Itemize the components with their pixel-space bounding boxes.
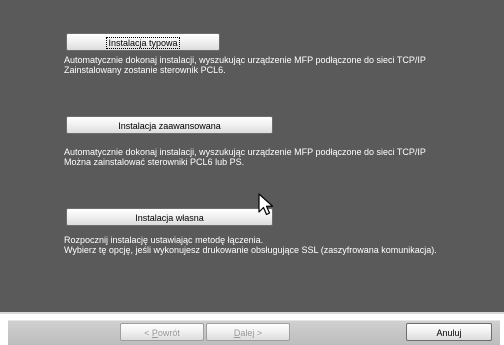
typical-install-label: Instalacja typowa	[106, 37, 180, 49]
custom-install-button[interactable]: Instalacja własna	[66, 208, 273, 226]
back-rest: owrót	[157, 328, 180, 338]
back-prefix: <	[144, 328, 152, 338]
custom-install-description-line2: Wybierz tę opcję, jeśli wykonujesz druko…	[64, 245, 437, 255]
next-rest: alej >	[240, 328, 263, 338]
mouse-pointer-icon	[258, 193, 274, 216]
typical-install-button[interactable]: Instalacja typowa	[66, 33, 220, 51]
advanced-install-description-line2: Można zainstalować sterowniki PCL6 lub P…	[64, 157, 245, 167]
custom-install-label: Instalacja własna	[135, 213, 204, 223]
wizard-footer: < Powrót Dalej > Anuluj	[0, 314, 504, 345]
back-button[interactable]: < Powrót	[120, 323, 204, 341]
advanced-install-button[interactable]: Instalacja zaawansowana	[66, 116, 273, 134]
advanced-install-description-line1: Automatycznie dokonaj instalacji, wyszuk…	[64, 147, 426, 157]
installer-main-panel: Instalacja typowa Automatycznie dokonaj …	[0, 0, 504, 312]
cancel-label: Anuluj	[436, 328, 462, 338]
cancel-button[interactable]: Anuluj	[406, 323, 492, 341]
typical-install-description-line1: Automatycznie dokonaj instalacji, wyszuk…	[64, 55, 426, 65]
custom-install-description-line1: Rozpocznij instalację ustawiając metodę …	[64, 235, 264, 245]
next-button[interactable]: Dalej >	[206, 323, 290, 341]
typical-install-description-line2: Zainstalowany zostanie sterownik PCL6.	[64, 65, 226, 75]
advanced-install-label: Instalacja zaawansowana	[118, 121, 221, 131]
